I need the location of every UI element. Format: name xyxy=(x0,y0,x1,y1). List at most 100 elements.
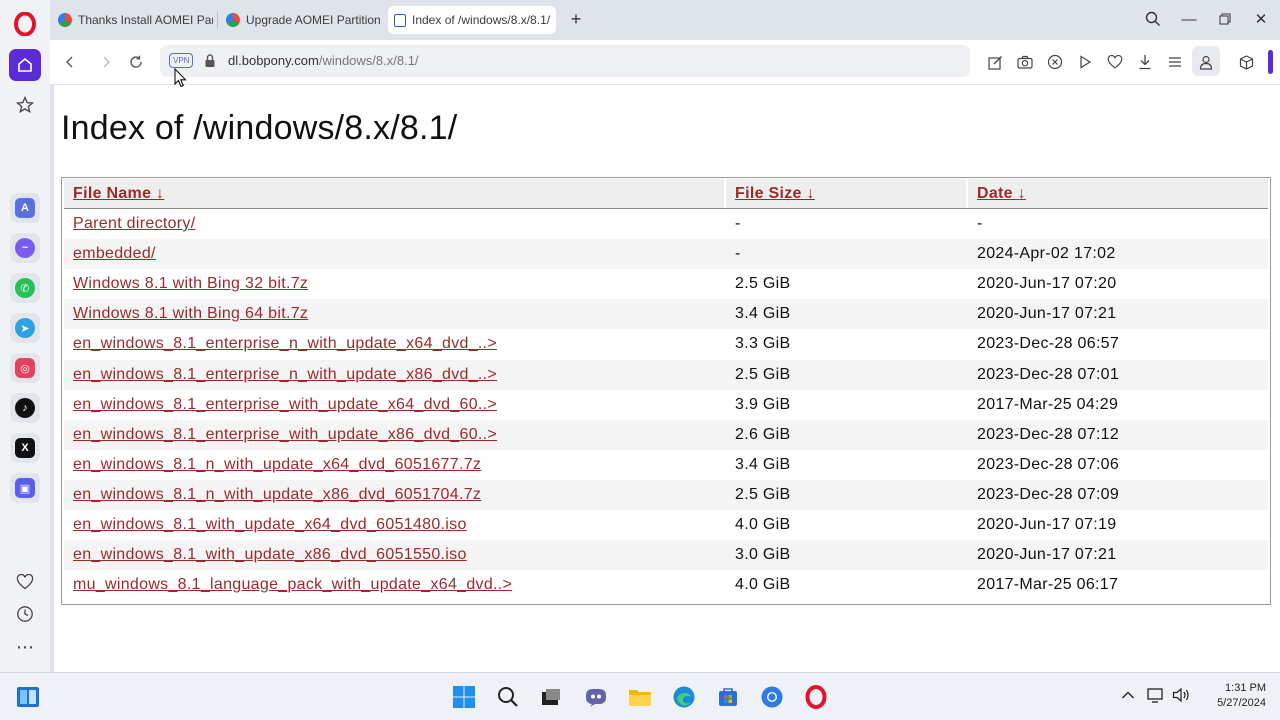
vpn-badge[interactable]: VPN xyxy=(169,53,194,68)
file-link[interactable]: en_windows_8.1_enterprise_with_update_x8… xyxy=(73,426,497,443)
store-icon[interactable] xyxy=(714,683,742,711)
table-row: embedded/ - 2024-Apr-02 17:02 xyxy=(64,239,1268,270)
file-date-cell: 2017-Mar-25 06:17 xyxy=(977,576,1119,594)
file-listing-table: File Name ↓ File Size ↓ Date ↓ Parent di… xyxy=(61,177,1271,605)
heart-icon[interactable] xyxy=(13,570,37,594)
new-tab-button[interactable]: + xyxy=(566,10,586,30)
more-icon[interactable]: ⋯ xyxy=(13,635,37,659)
aria-icon[interactable]: A xyxy=(10,193,40,223)
star-icon[interactable] xyxy=(13,93,37,117)
forward-button[interactable] xyxy=(94,50,118,74)
search-tabs-icon[interactable] xyxy=(1140,8,1166,30)
url-host: dl.bobpony.com xyxy=(228,53,319,68)
start-icon[interactable] xyxy=(450,683,478,711)
file-size-cell: 3.4 GiB xyxy=(735,305,791,323)
file-link[interactable]: en_windows_8.1_n_with_update_x86_dvd_605… xyxy=(73,486,481,503)
file-link[interactable]: Windows 8.1 with Bing 32 bit.7z xyxy=(73,275,308,292)
file-link[interactable]: embedded/ xyxy=(73,245,156,262)
file-link[interactable]: en_windows_8.1_enterprise_with_update_x6… xyxy=(73,396,497,413)
back-button[interactable] xyxy=(58,50,82,74)
column-divider xyxy=(724,179,726,209)
file-link[interactable]: en_windows_8.1_enterprise_n_with_update_… xyxy=(73,366,497,383)
tab-aomei-thanks[interactable]: Thanks Install AOMEI Partition xyxy=(58,6,213,34)
download-icon[interactable] xyxy=(1135,52,1155,72)
file-name-cell: embedded/ xyxy=(73,239,156,269)
profile-icon[interactable] xyxy=(1196,52,1216,72)
teams-chat-icon[interactable] xyxy=(582,683,610,711)
tab-index-active[interactable]: Index of /windows/8.x/8.1/ xyxy=(388,6,556,34)
widgets-icon[interactable] xyxy=(14,683,42,711)
opera-taskbar-icon[interactable] xyxy=(802,683,830,711)
opera-logo[interactable] xyxy=(14,12,36,36)
file-size-cell: 3.9 GiB xyxy=(735,395,791,413)
file-date-cell: 2020-Jun-17 07:19 xyxy=(977,516,1117,533)
file-size-cell: 3.3 GiB xyxy=(735,335,791,353)
x-icon[interactable]: X xyxy=(10,433,40,463)
aomei-favicon xyxy=(58,13,72,27)
restore-button[interactable] xyxy=(1212,8,1238,30)
player-icon[interactable]: ▣ xyxy=(10,473,40,503)
telegram-icon[interactable]: ➤ xyxy=(10,313,40,343)
file-link[interactable]: en_windows_8.1_with_update_x86_dvd_60515… xyxy=(73,546,467,563)
opera-sidebar: A ~ ✆ ➤ ◎ ♪ X ▣ ⋯ xyxy=(0,0,50,672)
file-name-cell: en_windows_8.1_with_update_x86_dvd_60515… xyxy=(73,540,467,570)
file-name-cell: en_windows_8.1_with_update_x64_dvd_60514… xyxy=(73,510,467,540)
player-toolbar-icon[interactable] xyxy=(1075,52,1095,72)
close-button[interactable]: ✕ xyxy=(1248,8,1274,30)
messenger-icon[interactable]: ~ xyxy=(10,233,40,263)
file-size-cell: 3.4 GiB xyxy=(735,455,791,473)
tray-chevron-icon[interactable] xyxy=(1121,687,1135,703)
edge-icon[interactable] xyxy=(670,683,698,711)
reload-button[interactable] xyxy=(124,50,148,74)
file-date-cell: 2017-Mar-25 04:29 xyxy=(977,395,1119,413)
file-date-cell: 2020-Jun-17 07:21 xyxy=(977,546,1117,564)
snapshot-edit-icon[interactable] xyxy=(985,52,1005,72)
tiktok-icon[interactable]: ♪ xyxy=(10,393,40,423)
file-link[interactable]: en_windows_8.1_enterprise_n_with_update_… xyxy=(73,335,497,352)
table-row: en_windows_8.1_enterprise_n_with_update_… xyxy=(64,359,1268,390)
task-view-icon[interactable] xyxy=(537,683,565,711)
history-icon[interactable] xyxy=(13,602,37,626)
url-text[interactable]: dl.bobpony.com/windows/8.x/8.1/ xyxy=(228,53,419,68)
mouse-cursor-icon xyxy=(174,68,187,88)
volume-icon[interactable] xyxy=(1172,687,1190,706)
search-icon[interactable] xyxy=(494,683,522,711)
heart-toolbar-icon[interactable] xyxy=(1105,52,1125,72)
sort-file-name-link[interactable]: File Name ↓ xyxy=(73,185,164,202)
file-link[interactable]: en_windows_8.1_with_update_x64_dvd_60514… xyxy=(73,516,467,533)
lock-icon[interactable] xyxy=(204,53,216,69)
clock-date: 5/27/2024 xyxy=(1217,697,1266,709)
column-file-name[interactable]: File Name ↓ xyxy=(73,179,164,209)
address-bar[interactable]: VPN dl.bobpony.com/windows/8.x/8.1/ xyxy=(160,45,970,77)
sort-date-link[interactable]: Date ↓ xyxy=(977,185,1026,202)
easy-setup-icon[interactable] xyxy=(1165,52,1185,72)
file-link[interactable]: mu_windows_8.1_language_pack_with_update… xyxy=(73,576,512,593)
file-date-cell: 2023-Dec-28 06:57 xyxy=(977,335,1120,353)
file-date-cell: 2020-Jun-17 07:21 xyxy=(977,305,1117,323)
sort-file-size-link[interactable]: File Size ↓ xyxy=(735,185,815,202)
file-link[interactable]: Parent directory/ xyxy=(73,215,195,232)
whatsapp-icon[interactable]: ✆ xyxy=(10,273,40,303)
minimize-button[interactable]: — xyxy=(1176,8,1202,30)
column-date[interactable]: Date ↓ xyxy=(977,179,1026,209)
camera-icon[interactable] xyxy=(1015,52,1035,72)
home-icon[interactable] xyxy=(9,49,41,81)
taskbar-clock[interactable]: 1:31 PM 5/27/2024 xyxy=(1196,681,1266,711)
file-date-cell: 2023-Dec-28 07:09 xyxy=(977,485,1120,503)
file-link[interactable]: en_windows_8.1_n_with_update_x64_dvd_605… xyxy=(73,456,481,473)
instagram-icon[interactable]: ◎ xyxy=(10,353,40,383)
file-date-cell: 2020-Jun-17 07:20 xyxy=(977,275,1117,293)
file-name-cell: en_windows_8.1_enterprise_with_update_x8… xyxy=(73,420,497,450)
column-file-size[interactable]: File Size ↓ xyxy=(735,179,815,209)
network-icon[interactable] xyxy=(1147,687,1165,706)
file-size-cell: - xyxy=(735,245,741,263)
sidebar-toggle-accent[interactable] xyxy=(1268,50,1273,74)
tab-aomei-upgrade[interactable]: Upgrade AOMEI Partition Assistant xyxy=(226,6,381,34)
extensions-box-icon[interactable] xyxy=(1236,52,1256,72)
chrome-icon[interactable] xyxy=(758,683,786,711)
file-link[interactable]: Windows 8.1 with Bing 64 bit.7z xyxy=(73,305,308,322)
file-explorer-icon[interactable] xyxy=(626,683,654,711)
adblock-icon[interactable] xyxy=(1045,52,1065,72)
file-name-cell: en_windows_8.1_n_with_update_x64_dvd_605… xyxy=(73,450,481,480)
table-row: en_windows_8.1_enterprise_with_update_x6… xyxy=(64,390,1268,420)
